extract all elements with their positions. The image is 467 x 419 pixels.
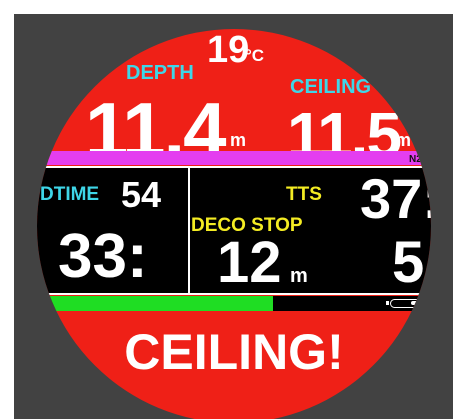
ceiling-label: CEILING — [290, 76, 372, 98]
gas-label: N2 — [409, 154, 422, 165]
screen-frame: 19 °C DEPTH CEILING 11.4 m 11.5 m N2 DTI… — [14, 14, 453, 419]
deco-stop-unit: m — [290, 265, 308, 287]
ceiling-alarm: CEILING! — [124, 324, 344, 380]
progress-bar — [37, 296, 274, 311]
deco-stop-time: 5: — [392, 230, 431, 295]
temperature-value: 19 — [207, 29, 250, 71]
battery-nub — [386, 301, 389, 305]
dive-computer-display: 19 °C DEPTH CEILING 11.4 m 11.5 m N2 DTI… — [37, 29, 431, 419]
depth-label: DEPTH — [126, 62, 194, 84]
dtime-label: DTIME — [40, 184, 100, 205]
tts-value: 37: — [360, 167, 431, 230]
panel-vertical-divider — [188, 168, 190, 293]
battery-icon — [386, 299, 428, 308]
dtime-main-value: 33: — [58, 222, 148, 291]
ceiling-unit: m — [395, 130, 412, 150]
deco-stop-depth: 12 — [217, 230, 282, 295]
depth-unit: m — [230, 130, 247, 150]
temperature-unit: °C — [245, 46, 265, 65]
battery-level — [411, 301, 425, 305]
tts-label: TTS — [286, 184, 322, 205]
gas-indicator-bar — [37, 151, 431, 165]
dtime-value: 54 — [121, 174, 162, 215]
